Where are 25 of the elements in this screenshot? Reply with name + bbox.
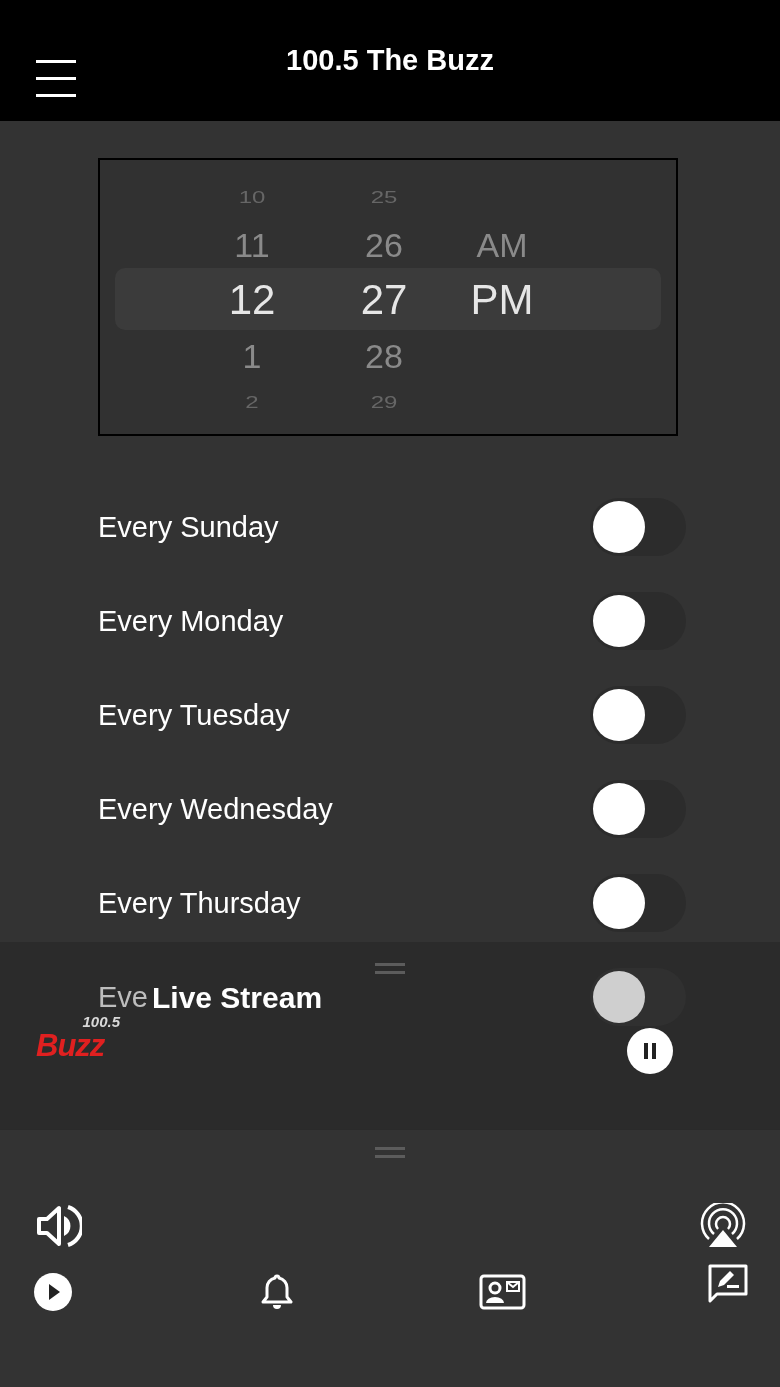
day-label: Every Sunday <box>98 512 279 542</box>
picker-item[interactable]: 1 <box>242 339 262 373</box>
picker-item[interactable]: PM <box>470 279 534 321</box>
pause-icon <box>642 1042 658 1060</box>
mini-player[interactable]: Eve Live Stream Buzz 100.5 <box>0 942 780 1130</box>
day-label: Every Wednesday <box>98 794 333 824</box>
day-label: Every Tuesday <box>98 700 290 730</box>
day-label: Eve <box>98 982 148 1012</box>
play-icon[interactable] <box>34 1273 72 1314</box>
menu-icon[interactable] <box>36 58 76 100</box>
day-label: Every Monday <box>98 606 284 636</box>
stream-title: Live Stream <box>152 983 323 1013</box>
drag-handle[interactable] <box>375 963 405 974</box>
picker-item[interactable]: 11 <box>234 228 270 262</box>
picker-item[interactable]: AM <box>476 228 528 262</box>
picker-item[interactable]: 26 <box>365 228 403 262</box>
day-label: Every Thursday <box>98 888 301 918</box>
pause-button[interactable] <box>627 1028 673 1074</box>
drag-handle[interactable] <box>375 1147 405 1158</box>
contact-card-icon[interactable] <box>479 1274 526 1313</box>
picker-item[interactable]: 27 <box>360 279 408 321</box>
picker-item[interactable]: 12 <box>228 279 276 321</box>
station-logo: Buzz 100.5 <box>35 1014 122 1062</box>
app-title: 100.5 The Buzz <box>286 44 494 77</box>
picker-item[interactable]: 28 <box>365 339 403 373</box>
